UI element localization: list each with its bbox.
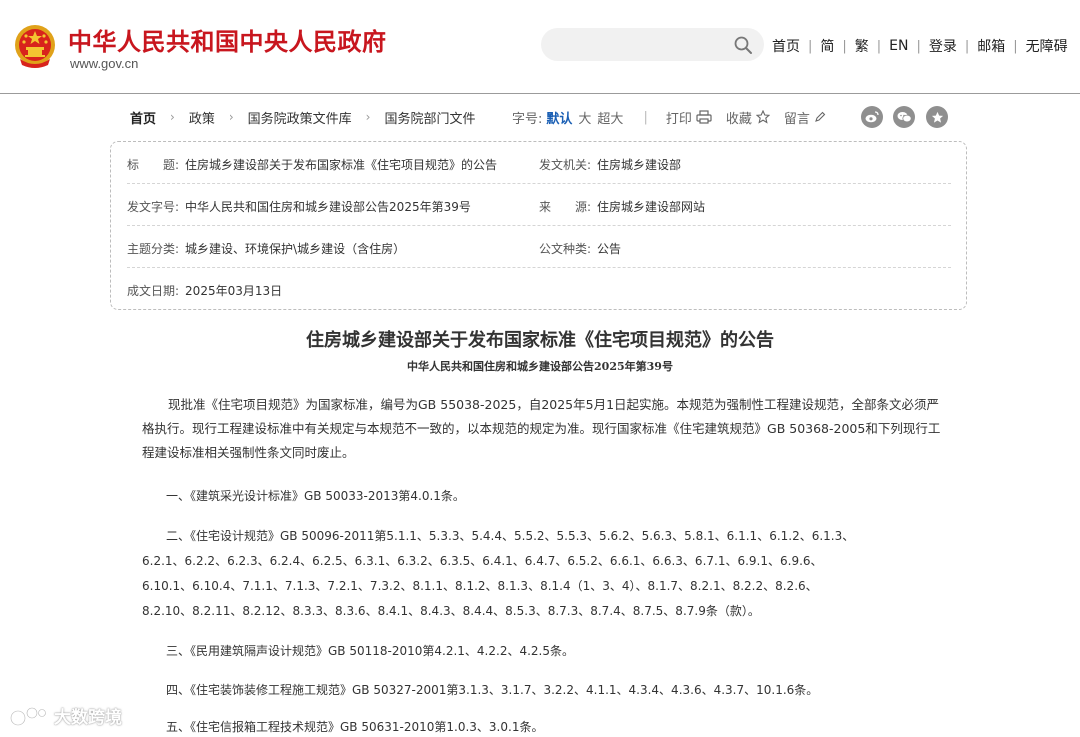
comment-label: 留言 xyxy=(783,111,810,127)
info-docno: 发文字号: 中华人民共和国住房和城乡建设部公告2025年第39号 xyxy=(127,198,471,215)
watermark-text: 大数跨境 xyxy=(54,708,122,728)
info-value: 公告 xyxy=(597,242,622,256)
wechat-glyph xyxy=(897,112,912,123)
star-glyph xyxy=(931,111,943,123)
article-intro-paragraph: 现批准《住宅项目规范》为国家标准，编号为GB 55038-2025，自2025年… xyxy=(142,397,941,460)
nav-home[interactable]: 首页 xyxy=(770,36,802,56)
info-type: 公文种类: 公告 xyxy=(539,240,621,257)
nav-separator: | xyxy=(964,38,970,54)
site-domain[interactable]: www.gov.cn xyxy=(70,56,138,71)
chevron-right-icon: › xyxy=(170,110,175,124)
divider: | xyxy=(643,109,648,125)
breadcrumb-home[interactable]: 首页 xyxy=(130,108,156,127)
info-label: 标 题: xyxy=(127,158,180,172)
font-size-default[interactable]: 默认 xyxy=(546,108,572,127)
printer-icon xyxy=(696,110,712,124)
info-value: 住房城乡建设部网站 xyxy=(597,200,706,214)
nav-traditional[interactable]: 繁 xyxy=(853,36,871,56)
font-size-label: 字号: xyxy=(512,111,543,127)
nav-accessibility[interactable]: 无障碍 xyxy=(1024,36,1070,56)
article-item-2-line-1: 二、《住宅设计规范》GB 50096-2011第5.1.1、5.3.3、5.4.… xyxy=(142,529,855,543)
info-row: 发文字号: 中华人民共和国住房和城乡建设部公告2025年第39号 来 源: 住房城乡… xyxy=(127,184,951,226)
article-item-2-line-3: 6.10.1、6.10.4、7.1.1、7.1.3、7.2.1、7.3.2、8.… xyxy=(142,579,818,593)
article-title: 住房城乡建设部关于发布国家标准《住宅项目规范》的公告 xyxy=(306,330,774,351)
info-value: 城乡建设、环境保护\城乡建设（含住房） xyxy=(185,242,406,256)
info-label: 来 源: xyxy=(539,200,592,214)
article-subtitle: 中华人民共和国住房和城乡建设部公告2025年第39号 xyxy=(407,360,673,373)
favorite-button[interactable]: 收藏 xyxy=(726,108,770,127)
info-label: 公文种类: xyxy=(539,242,592,256)
watermark-logo-icon xyxy=(9,706,47,726)
font-size-xlarge[interactable]: 超大 xyxy=(597,108,623,127)
nav-separator: | xyxy=(808,38,813,54)
print-label: 打印 xyxy=(665,111,692,127)
info-row: 主题分类: 城乡建设、环境保护\城乡建设（含住房） 公文种类: 公告 xyxy=(127,226,951,268)
breadcrumb-policy-library[interactable]: 国务院政策文件库 xyxy=(248,108,352,127)
font-size-large[interactable]: 大 xyxy=(578,108,591,127)
weibo-icon[interactable] xyxy=(861,106,883,128)
info-label: 发文机关: xyxy=(539,158,592,172)
info-source: 来 源: 住房城乡建设部网站 xyxy=(539,198,705,215)
site-title[interactable]: 中华人民共和国中央人民政府 xyxy=(68,22,387,57)
star-share-icon[interactable] xyxy=(926,106,948,128)
search-icon[interactable] xyxy=(733,35,753,55)
breadcrumb-policy[interactable]: 政策 xyxy=(189,108,215,127)
print-button[interactable]: 打印 xyxy=(666,108,712,127)
info-label: 主题分类: xyxy=(127,242,180,256)
favorite-label: 收藏 xyxy=(725,111,752,127)
comment-button[interactable]: 留言 xyxy=(784,108,826,127)
info-date: 成文日期: 2025年03月13日 xyxy=(127,282,282,299)
article-item-1: 一、《建筑采光设计标准》GB 50033-2013第4.0.1条。 xyxy=(142,489,465,503)
info-title: 标 题: 住房城乡建设部关于发布国家标准《住宅项目规范》的公告 xyxy=(127,156,497,173)
info-topic: 主题分类: 城乡建设、环境保护\城乡建设（含住房） xyxy=(127,240,405,257)
chevron-right-icon: › xyxy=(365,110,371,124)
info-row: 标 题: 住房城乡建设部关于发布国家标准《住宅项目规范》的公告 发文机关: 住房城乡… xyxy=(127,142,951,184)
info-label: 发文字号: xyxy=(127,200,180,214)
top-nav: 首页 | 简 | 繁 | EN | 登录 | 邮箱 | 无障碍 xyxy=(770,36,1070,56)
nav-mailbox[interactable]: 邮箱 xyxy=(975,36,1007,56)
document-info-box: 标 题: 住房城乡建设部关于发布国家标准《住宅项目规范》的公告 发文机关: 住房城乡… xyxy=(110,141,967,310)
article-item-3: 三、《民用建筑隔声设计规范》GB 50118-2010第4.2.1、4.2.2、… xyxy=(142,644,574,658)
info-row: 成文日期: 2025年03月13日 xyxy=(127,268,951,310)
pencil-icon xyxy=(815,111,826,122)
article-tools: 字号: 默认 大 超大 | 打印 收藏 留言 xyxy=(512,108,840,127)
nav-simplified[interactable]: 简 xyxy=(818,36,836,56)
info-issuer: 发文机关: 住房城乡建设部 xyxy=(539,156,681,173)
nav-separator: | xyxy=(842,38,847,54)
search-input[interactable] xyxy=(541,28,764,61)
info-value: 2025年03月13日 xyxy=(185,284,283,298)
watermark: 大数跨境 xyxy=(8,703,122,728)
info-value: 住房城乡建设部关于发布国家标准《住宅项目规范》的公告 xyxy=(185,158,498,172)
nav-separator: | xyxy=(876,38,882,54)
nav-separator: | xyxy=(916,38,921,54)
info-value: 住房城乡建设部 xyxy=(597,158,682,172)
wechat-icon[interactable] xyxy=(893,106,915,128)
weibo-glyph xyxy=(865,111,879,123)
nav-english[interactable]: EN xyxy=(887,38,910,54)
info-value: 中华人民共和国住房和城乡建设部公告2025年第39号 xyxy=(185,200,471,214)
nav-separator: | xyxy=(1013,38,1018,54)
site-header: 中华人民共和国中央人民政府 www.gov.cn 首页 | 简 | 繁 | EN… xyxy=(0,0,1080,94)
breadcrumb-department-docs[interactable]: 国务院部门文件 xyxy=(384,108,475,127)
article-item-2-line-2: 6.2.1、6.2.2、6.2.3、6.2.4、6.2.5、6.3.1、6.3.… xyxy=(142,554,823,568)
nav-login[interactable]: 登录 xyxy=(927,36,959,56)
info-label: 成文日期: xyxy=(127,284,180,298)
article-item-2-line-4: 8.2.10、8.2.11、8.2.12、8.3.3、8.3.6、8.4.1、8… xyxy=(142,604,760,618)
chevron-right-icon: › xyxy=(228,110,234,124)
national-emblem-icon[interactable] xyxy=(12,23,58,71)
article-item-5: 五、《住宅信报箱工程技术规范》GB 50631-2010第1.0.3、3.0.1… xyxy=(142,720,544,734)
article-item-4: 四、《住宅装饰装修工程施工规范》GB 50327-2001第3.1.3、3.1.… xyxy=(142,683,819,697)
breadcrumb: 首页 › 政策 › 国务院政策文件库 › 国务院部门文件 xyxy=(130,108,476,127)
star-icon xyxy=(755,110,770,124)
